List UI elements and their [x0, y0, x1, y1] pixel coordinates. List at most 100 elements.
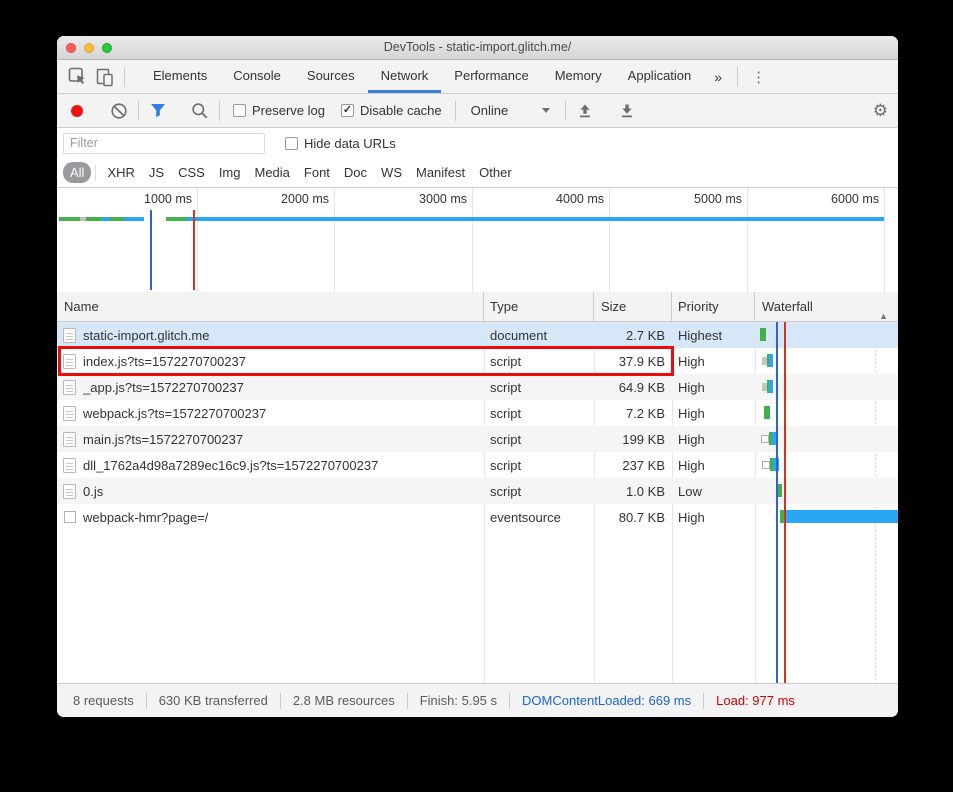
- generic-resource-icon: [64, 511, 76, 523]
- request-name: static-import.glitch.me: [83, 327, 210, 343]
- overview-domcontentloaded-line: [150, 210, 152, 290]
- cell-priority: Low: [678, 483, 702, 499]
- file-document-icon: [63, 457, 76, 473]
- settings-gear-icon[interactable]: ⚙: [873, 101, 888, 121]
- cell-size: 80.7 KB: [618, 509, 665, 525]
- clear-icon[interactable]: [105, 97, 133, 125]
- type-filter-all[interactable]: All: [63, 162, 92, 183]
- throttling-value: Online: [470, 103, 509, 118]
- titlebar: DevTools - static-import.glitch.me/: [57, 36, 898, 60]
- overview-gridline: [472, 188, 473, 292]
- request-name: webpack.js?ts=1572270700237: [83, 405, 267, 421]
- type-filter-font[interactable]: Font: [297, 162, 337, 183]
- table-row[interactable]: main.js?ts=1572270700237 script 199 KB High: [57, 426, 898, 452]
- close-button[interactable]: [66, 43, 76, 53]
- divider: [124, 66, 125, 87]
- export-har-icon[interactable]: [613, 97, 641, 125]
- type-filter-img[interactable]: Img: [212, 162, 248, 183]
- column-header-size[interactable]: Size: [594, 292, 672, 321]
- table-row[interactable]: webpack-hmr?page=/ eventsource 80.7 KB High: [57, 504, 898, 530]
- column-header-name[interactable]: Name: [57, 292, 484, 321]
- type-filter-manifest[interactable]: Manifest: [409, 162, 472, 183]
- tab-sources[interactable]: Sources: [294, 60, 368, 93]
- window-title: DevTools - static-import.glitch.me/: [383, 40, 572, 54]
- tab-performance[interactable]: Performance: [441, 60, 541, 93]
- table-row[interactable]: webpack.js?ts=1572270700237 script 7.2 KB H…: [57, 400, 898, 426]
- overview-tick-label: 6000 ms: [831, 192, 879, 206]
- waterfall-download-segment: [784, 510, 898, 523]
- disable-cache-label: Disable cache: [359, 103, 442, 118]
- waterfall-bar: [777, 484, 782, 497]
- summary-item: 8 requests: [73, 693, 134, 708]
- divider: [219, 100, 220, 121]
- filter-funnel-icon[interactable]: [144, 97, 172, 125]
- overview-load-line: [193, 210, 195, 290]
- checkbox-unchecked[interactable]: [285, 136, 298, 150]
- overview-gridline: [747, 188, 748, 292]
- waterfall-bar: [760, 328, 766, 341]
- timeline-overview[interactable]: 1000 ms 2000 ms 3000 ms 4000 ms 5000 ms 6000 …: [57, 188, 898, 292]
- chevron-down-icon: [542, 108, 551, 113]
- type-filter-other[interactable]: Other: [472, 162, 519, 183]
- table-row[interactable]: _app.js?ts=1572270700237 script 64.9 KB Hig…: [57, 374, 898, 400]
- type-filter-media[interactable]: Media: [247, 162, 296, 183]
- device-toolbar-icon[interactable]: [91, 63, 119, 91]
- throttling-dropdown[interactable]: Online: [471, 103, 551, 118]
- cell-priority: High: [678, 379, 705, 395]
- summary-item: Finish: 5.95 s: [419, 693, 498, 708]
- waterfall-bar: [770, 458, 779, 471]
- type-filter-xhr[interactable]: XHR: [100, 162, 141, 183]
- file-document-icon: [63, 431, 76, 447]
- column-header-priority[interactable]: Priority: [672, 292, 755, 321]
- summary-item: DOMContentLoaded: 669 ms: [522, 693, 692, 708]
- waterfall-stalled-box: [761, 435, 769, 443]
- record-button[interactable]: [71, 104, 83, 117]
- checkbox-unchecked[interactable]: [233, 104, 246, 117]
- type-filter-ws[interactable]: WS: [374, 162, 409, 183]
- cell-size: 2.7 KB: [625, 327, 665, 343]
- summary-item: Load: 977 ms: [716, 693, 795, 708]
- request-name: 0.js: [83, 483, 104, 499]
- cell-name: _app.js?ts=1572270700237: [57, 374, 484, 400]
- column-header-type[interactable]: Type: [484, 292, 594, 321]
- overview-activity-segment: [59, 217, 80, 221]
- tab-memory[interactable]: Memory: [542, 60, 615, 93]
- devtools-menu-icon[interactable]: ⋮: [743, 68, 774, 86]
- overview-activity-segment: [110, 217, 124, 221]
- preserve-log-checkbox[interactable]: Preserve log: [233, 103, 325, 118]
- zoom-button[interactable]: [102, 43, 112, 53]
- tab-console[interactable]: Console: [220, 60, 294, 93]
- cell-priority: High: [678, 457, 705, 473]
- type-filter-css[interactable]: CSS: [171, 162, 212, 183]
- file-document-icon: [63, 483, 76, 499]
- traffic-lights: [66, 43, 112, 53]
- tab-application[interactable]: Application: [615, 60, 705, 93]
- file-document-icon: [63, 327, 76, 343]
- table-row[interactable]: 0.js script 1.0 KB Low: [57, 478, 898, 504]
- column-header-waterfall[interactable]: Waterfall ▲: [755, 292, 898, 321]
- inspect-element-icon[interactable]: [63, 63, 91, 91]
- cell-type: script: [490, 431, 522, 447]
- type-filter-doc[interactable]: Doc: [337, 162, 374, 183]
- summary-item: 630 KB transferred: [158, 693, 268, 708]
- checkbox-checked[interactable]: ✓: [340, 104, 354, 117]
- table-row[interactable]: dll_1762a4d98a7289ec16c9.js?ts=157227070…: [57, 452, 898, 478]
- cell-priority: High: [678, 431, 705, 447]
- type-filter-js[interactable]: JS: [142, 162, 171, 183]
- search-icon[interactable]: [186, 97, 214, 125]
- disable-cache-checkbox[interactable]: ✓ Disable cache: [340, 103, 442, 118]
- annotation-highlight-box: [58, 346, 674, 376]
- hide-data-urls-checkbox[interactable]: Hide data URLs: [285, 136, 396, 151]
- waterfall-waiting-segment: [777, 484, 782, 497]
- overview-tick-label: 1000 ms: [144, 192, 192, 206]
- import-har-icon[interactable]: [571, 97, 599, 125]
- overview-activity-segment: [86, 217, 102, 221]
- more-tabs-chevron-icon[interactable]: »: [704, 69, 732, 85]
- tab-elements[interactable]: Elements: [140, 60, 220, 93]
- resource-type-filters: All XHR JS CSS Img Media Font Doc WS Manifest Othe…: [57, 158, 898, 188]
- filter-input[interactable]: [63, 132, 265, 154]
- minimize-button[interactable]: [84, 43, 94, 53]
- tab-network[interactable]: Network: [367, 60, 442, 93]
- table-row[interactable]: static-import.glitch.me document 2.7 KB Hig…: [57, 322, 898, 348]
- table-header: Name Type Size Priority Waterfall ▲: [57, 292, 898, 322]
